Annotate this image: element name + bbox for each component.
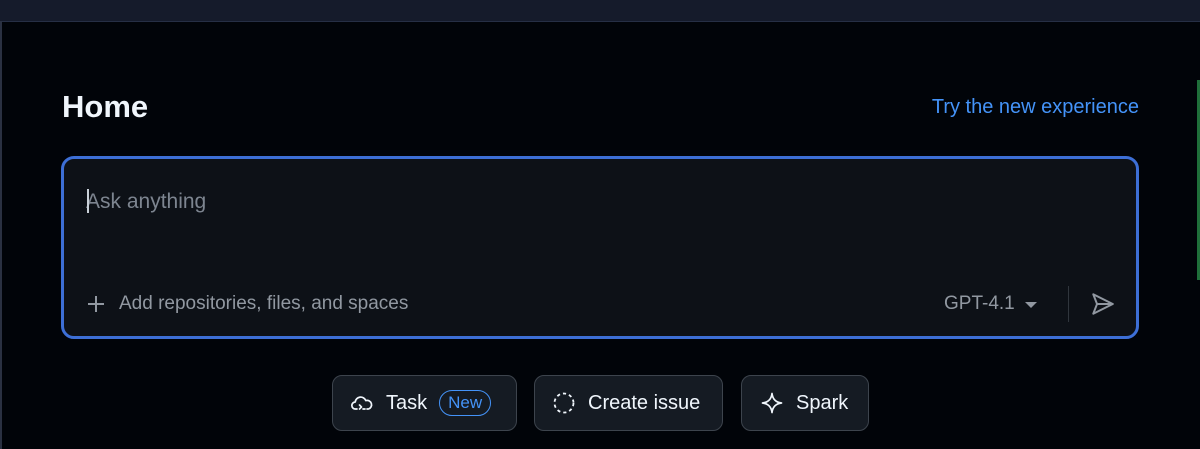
plus-icon [86, 294, 106, 314]
create-issue-label: Create issue [588, 391, 701, 414]
ask-input[interactable] [86, 185, 1086, 219]
cloud-agent-icon [350, 391, 374, 415]
chat-composer: Add repositories, files, and spaces GPT-… [61, 156, 1139, 339]
try-new-experience-link[interactable]: Try the new experience [932, 94, 1139, 120]
send-button[interactable] [1086, 287, 1120, 321]
model-picker[interactable]: GPT-4.1 [944, 289, 1037, 319]
composer-divider [1068, 286, 1069, 322]
add-context-label: Add repositories, files, and spaces [119, 293, 409, 314]
app-window: Home Try the new experience Add reposito… [0, 0, 1200, 449]
text-caret [87, 189, 89, 213]
sparkle-icon [760, 391, 784, 415]
page-title: Home [62, 89, 149, 124]
spark-button[interactable]: Spark [741, 375, 869, 431]
paper-plane-icon [1092, 293, 1114, 315]
issue-dashed-circle-icon [552, 391, 576, 415]
triangle-down-icon [1024, 302, 1037, 308]
left-border [0, 21, 2, 449]
new-badge: New [439, 390, 492, 416]
model-name: GPT-4.1 [944, 293, 1015, 314]
create-issue-button[interactable]: Create issue [534, 375, 723, 431]
task-label: Task [386, 391, 428, 414]
add-context-button[interactable]: Add repositories, files, and spaces [86, 289, 408, 319]
top-bar [0, 0, 1200, 22]
task-button[interactable]: Task New [332, 375, 517, 431]
spark-label: Spark [796, 391, 849, 414]
